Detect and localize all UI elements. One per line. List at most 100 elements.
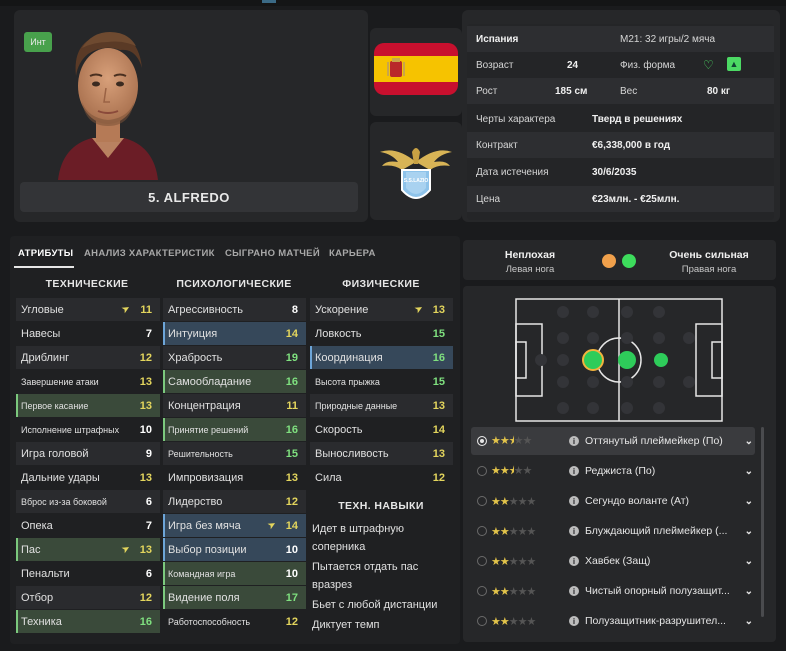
role-radio[interactable] xyxy=(477,586,487,596)
role-name: Сегундо воланте (Ат) xyxy=(585,495,690,507)
attribute-row[interactable]: Угловые 11 ➤ xyxy=(16,298,160,321)
chevron-down-icon[interactable]: ⌄ xyxy=(745,436,753,447)
roles-scrollbar[interactable] xyxy=(761,427,764,617)
chevron-down-icon[interactable]: ⌄ xyxy=(745,586,753,597)
chevron-down-icon[interactable]: ⌄ xyxy=(745,616,753,627)
chevron-down-icon[interactable]: ⌄ xyxy=(745,556,753,567)
attribute-name: Агрессивность xyxy=(168,303,244,316)
attribute-row[interactable]: Скорость 14 xyxy=(310,418,453,441)
attribute-row[interactable]: Ловкость 15 xyxy=(310,322,453,345)
attribute-name: Игра без мяча xyxy=(168,519,241,532)
attribute-row[interactable]: Игра головой 9 xyxy=(16,442,160,465)
role-name: Блуждающий плеймейкер (... xyxy=(585,525,728,537)
role-radio[interactable] xyxy=(477,616,487,626)
chevron-down-icon[interactable]: ⌄ xyxy=(745,496,753,507)
attribute-row[interactable]: Координация 16 xyxy=(310,346,453,369)
role-radio[interactable] xyxy=(477,556,487,566)
info-icon[interactable]: i xyxy=(569,496,579,506)
attribute-value: 13 xyxy=(139,399,152,412)
attribute-row[interactable]: Техника 16 xyxy=(16,610,160,633)
attribute-row[interactable]: Дриблинг 12 xyxy=(16,346,160,369)
attribute-row[interactable]: Завершение атаки 13 xyxy=(16,370,160,393)
role-radio[interactable] xyxy=(477,526,487,536)
tab-analysis[interactable]: АНАЛИЗ ХАРАКТЕРИСТИК xyxy=(84,248,215,259)
attribute-name: Лидерство xyxy=(168,495,223,508)
skill-line[interactable]: Пытается отдать пас xyxy=(312,561,418,573)
attribute-row[interactable]: Дальние удары 13 xyxy=(16,466,160,489)
attribute-row[interactable]: Лидерство 12 xyxy=(163,490,306,513)
tab-attributes[interactable]: АТРИБУТЫ xyxy=(18,248,73,259)
attribute-row[interactable]: Отбор 12 xyxy=(16,586,160,609)
attribute-row[interactable]: Ускорение 13 ➤ xyxy=(310,298,453,321)
attribute-row[interactable]: Решительность 15 xyxy=(163,442,306,465)
tab-bar: АТРИБУТЫ АНАЛИЗ ХАРАКТЕРИСТИК СЫГРАНО МА… xyxy=(14,244,454,268)
traits-value[interactable]: Тверд в решениях xyxy=(592,114,682,125)
attribute-name: Принятие решений xyxy=(168,424,249,435)
info-icon[interactable]: i xyxy=(569,586,579,596)
attribute-row[interactable]: Выбор позиции 10 xyxy=(163,538,306,561)
attribute-row[interactable]: Работоспособность 12 xyxy=(163,610,306,633)
club-crest-panel[interactable]: S.S.LAZIO xyxy=(370,122,462,220)
attribute-row[interactable]: Выносливость 13 xyxy=(310,442,453,465)
tab-career[interactable]: КАРЬЕРА xyxy=(329,248,376,259)
attribute-row[interactable]: Концентрация 11 xyxy=(163,394,306,417)
nation-flag-panel[interactable] xyxy=(370,28,462,116)
attribute-row[interactable]: Интуиция 14 xyxy=(163,322,306,345)
attribute-value: 12 xyxy=(285,615,298,628)
role-radio[interactable] xyxy=(477,466,487,476)
skill-line[interactable]: вразрез xyxy=(312,579,352,591)
role-row[interactable]: ★★⯨★★ i Оттянутый плейм​ейкер (По) ⌄ xyxy=(471,427,755,455)
attribute-name: Первое касание xyxy=(21,400,89,411)
attribute-row[interactable]: Игра без мяча 14 ➤ xyxy=(163,514,306,537)
attribute-row[interactable]: Опека 7 xyxy=(16,514,160,537)
info-nation[interactable]: Испания xyxy=(476,34,518,45)
info-icon[interactable]: i xyxy=(569,466,579,476)
attribute-row[interactable]: Самообладание 16 xyxy=(163,370,306,393)
attribute-row[interactable]: Пенальти 6 xyxy=(16,562,160,585)
role-row[interactable]: ★★⯨★★ i Реджиста (По) ⌄ xyxy=(471,457,755,485)
role-row[interactable]: ★★★★★ i Полузащитник-разрушител... ⌄ xyxy=(471,607,755,635)
role-row[interactable]: ★★★★★ i Чистый опорный полузащит... ⌄ xyxy=(471,577,755,605)
role-name: Полузащитник-разрушител... xyxy=(585,615,726,627)
attribute-row[interactable]: Природные данные 13 xyxy=(310,394,453,417)
attribute-value: 19 xyxy=(285,351,298,364)
star-rating-icon: ★★★★★ xyxy=(491,495,536,508)
attribute-row[interactable]: Агрессивность 8 xyxy=(163,298,306,321)
attribute-name: Координация xyxy=(315,351,383,364)
attribute-row[interactable]: Пас 13 ➤ xyxy=(16,538,160,561)
attribute-row[interactable]: Навесы 7 xyxy=(16,322,160,345)
height-label: Рост xyxy=(476,85,498,97)
attribute-row[interactable]: Высота прыжка 15 xyxy=(310,370,453,393)
player-photo xyxy=(48,18,168,180)
arrow-up-icon: ➤ xyxy=(119,542,133,557)
role-radio[interactable] xyxy=(477,436,487,446)
role-radio[interactable] xyxy=(477,496,487,506)
attribute-row[interactable]: Первое касание 13 xyxy=(16,394,160,417)
attribute-row[interactable]: Импровизация 13 xyxy=(163,466,306,489)
attribute-row[interactable]: Видение поля 17 xyxy=(163,586,306,609)
info-icon[interactable]: i xyxy=(569,436,579,446)
attribute-name: Скорость xyxy=(315,423,363,436)
attribute-name: Техника xyxy=(21,615,62,628)
chevron-down-icon[interactable]: ⌄ xyxy=(745,466,753,477)
attribute-row[interactable]: Сила 12 xyxy=(310,466,453,489)
attribute-row[interactable]: Командная игра 10 xyxy=(163,562,306,585)
info-icon[interactable]: i xyxy=(569,526,579,536)
info-icon[interactable]: i xyxy=(569,616,579,626)
attribute-row[interactable]: Принятие решений 16 xyxy=(163,418,306,441)
info-icon[interactable]: i xyxy=(569,556,579,566)
attribute-row[interactable]: Исполнение штрафных 10 xyxy=(16,418,160,441)
arrow-up-icon: ➤ xyxy=(119,302,133,317)
skill-line[interactable]: Идет в штрафную xyxy=(312,523,404,535)
role-row[interactable]: ★★★★★ i Хавбек (Защ) ⌄ xyxy=(471,547,755,575)
skill-line[interactable]: соперника xyxy=(312,541,365,553)
tab-matches[interactable]: СЫГРАНО МАТЧЕЙ xyxy=(225,248,320,259)
chevron-down-icon[interactable]: ⌄ xyxy=(745,526,753,537)
skill-line[interactable]: Диктует темп xyxy=(312,619,379,631)
role-row[interactable]: ★★★★★ i Сегундо воланте (Ат) ⌄ xyxy=(471,487,755,515)
role-row[interactable]: ★★★★★ i Блуждающий плеймейкер (... ⌄ xyxy=(471,517,755,545)
attribute-row[interactable]: Вброс из-за боковой 6 xyxy=(16,490,160,513)
attribute-name: Угловые xyxy=(21,303,64,316)
attribute-row[interactable]: Храбрость 19 xyxy=(163,346,306,369)
skill-line[interactable]: Бьет с любой дистанции xyxy=(312,599,437,611)
